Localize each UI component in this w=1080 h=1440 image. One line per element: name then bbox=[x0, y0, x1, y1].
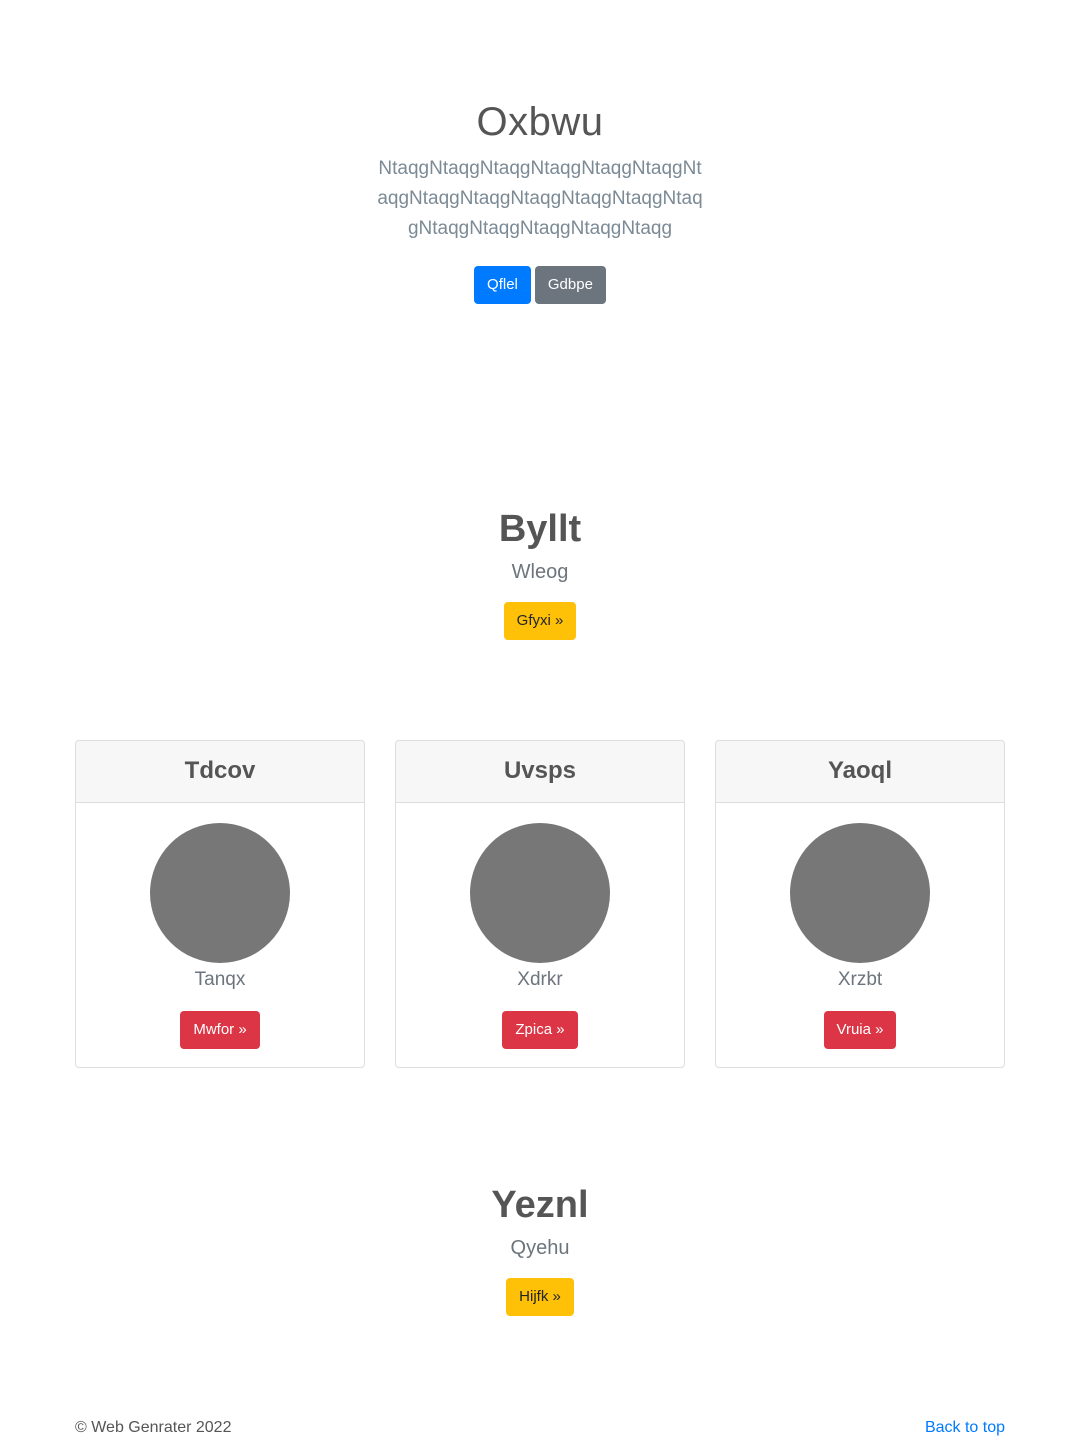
footer-copyright: © Web Genrater 2022 bbox=[75, 1419, 232, 1436]
feature-1-title: Byllt bbox=[498, 508, 582, 550]
hero-lead: NtaqgNtaqgNtaqgNtaqgNtaqgNtaqgNtaqgNtaqg… bbox=[377, 158, 703, 239]
feature-section-2: Yeznl Qyehu Hijfk » bbox=[0, 1182, 1080, 1316]
card-row: Tdcov Tanqx Mwfor » Uvsps Xdrkr Zpica » … bbox=[75, 740, 1005, 1068]
card-1-text: Tanqx bbox=[194, 969, 246, 990]
feature-section-1: Byllt Wleog Gfyxi » bbox=[0, 506, 1080, 640]
card-3-text: Xrzbt bbox=[837, 969, 883, 990]
hero-primary-button[interactable]: Qflel bbox=[474, 266, 531, 304]
card-2-button[interactable]: Zpica » bbox=[502, 1011, 578, 1049]
card-2: Uvsps Xdrkr Zpica » bbox=[395, 740, 685, 1068]
footer: © Web Genrater 2022 Back to top bbox=[75, 1418, 1005, 1438]
card-1-header: Tdcov bbox=[76, 741, 364, 803]
card-1-button[interactable]: Mwfor » bbox=[180, 1011, 260, 1049]
feature-1-button[interactable]: Gfyxi » bbox=[503, 602, 577, 640]
feature-1-subtitle: Wleog bbox=[511, 561, 569, 583]
hero-title: Oxbwu bbox=[476, 100, 604, 144]
card-3: Yaoql Xrzbt Vruia » bbox=[715, 740, 1005, 1068]
card-3-avatar bbox=[790, 823, 930, 963]
hero-section: Oxbwu NtaqgNtaqgNtaqgNtaqgNtaqgNtaqgNtaq… bbox=[0, 96, 1080, 304]
card-1-avatar bbox=[150, 823, 290, 963]
feature-2-title: Yeznl bbox=[491, 1184, 589, 1226]
page: Oxbwu NtaqgNtaqgNtaqgNtaqgNtaqgNtaqgNtaq… bbox=[0, 0, 1080, 1440]
card-2-avatar bbox=[470, 823, 610, 963]
card-2-header: Uvsps bbox=[396, 741, 684, 803]
card-3-header: Yaoql bbox=[716, 741, 1004, 803]
card-3-button[interactable]: Vruia » bbox=[823, 1011, 897, 1049]
card-1: Tdcov Tanqx Mwfor » bbox=[75, 740, 365, 1068]
hero-button-row: Qflel Gdbpe bbox=[0, 266, 1080, 304]
card-2-text: Xdrkr bbox=[517, 969, 563, 990]
back-to-top-link[interactable]: Back to top bbox=[925, 1418, 1005, 1438]
feature-2-button[interactable]: Hijfk » bbox=[506, 1278, 574, 1316]
hero-secondary-button[interactable]: Gdbpe bbox=[534, 266, 606, 304]
feature-2-subtitle: Qyehu bbox=[510, 1237, 570, 1259]
